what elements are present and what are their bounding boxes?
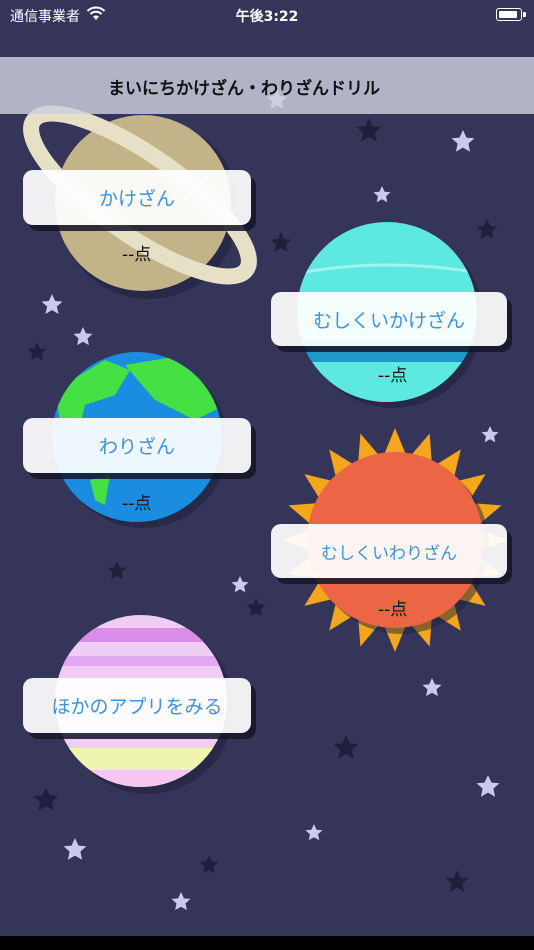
other-apps-label: ほかのアプリをみる [51,696,223,718]
multiplication-button[interactable]: かけざん [23,170,251,225]
hard-division-button[interactable]: むしくいわりざん [271,524,507,578]
home-indicator-bar [0,936,534,950]
hard-multiplication-score: --点 [378,366,408,386]
app-title: まいにちかけざん・わりざんドリル [108,79,380,99]
hard-multiplication-label: むしくいかけざん [312,309,465,332]
multiplication-label: かけざん [98,188,175,210]
hard-multiplication-button[interactable]: むしくいかけざん [271,292,507,346]
hard-division-label: むしくいわりざん [321,543,457,564]
hard-division-score: --点 [378,600,408,620]
division-button[interactable]: わりざん [23,418,251,473]
multiplication-score: --点 [122,245,152,265]
app-header: まいにちかけざん・わりざんドリル [0,57,534,114]
division-label: わりざん [98,436,175,458]
other-apps-button[interactable]: ほかのアプリをみる [23,678,251,733]
division-score: --点 [122,494,152,514]
